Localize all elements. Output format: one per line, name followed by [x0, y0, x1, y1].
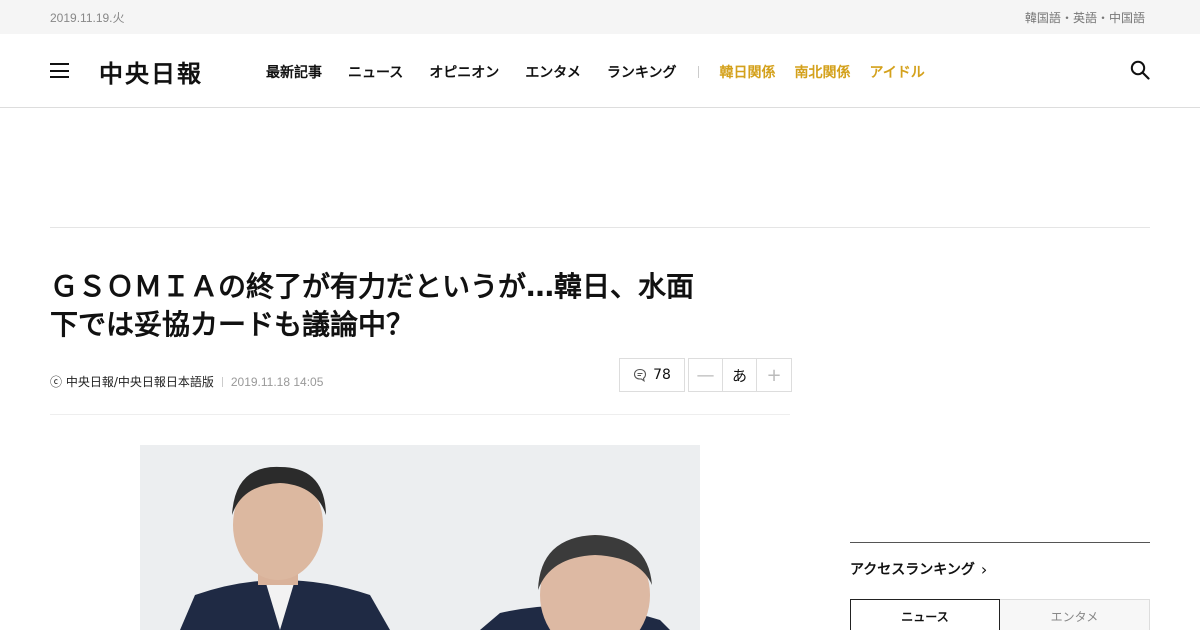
site-header: 中央日報 最新記事 ニュース オピニオン エンタメ ランキング 韓日関係 南北関… — [0, 34, 1200, 108]
top-utility-bar: 2019.11.19.火 韓国語・英語・中国語 — [0, 0, 1200, 34]
nav-item-opinion[interactable]: オピニオン — [429, 62, 499, 82]
article-photo — [140, 445, 700, 630]
ranking-title: アクセスランキング — [850, 562, 975, 578]
current-date: 2019.11.19.火 — [50, 11, 125, 25]
language-links: 韓国語・英語・中国語 — [1025, 9, 1145, 26]
ad-banner-area — [50, 108, 1150, 228]
lang-separator: ・ — [1096, 11, 1109, 25]
meta-divider — [221, 376, 223, 387]
article-source: ⓒ 中央日報/中央日報日本語版 — [50, 375, 214, 389]
article-title: ＧＳＯＭＩＡの終了が有力だというが…韓日、水面 下では妥協カードも議論中？ — [50, 268, 790, 344]
nav-item-news[interactable]: ニュース — [348, 62, 403, 82]
nav-item-latest[interactable]: 最新記事 — [266, 62, 322, 82]
comment-button[interactable]: 78 — [619, 358, 685, 392]
font-decrease-button[interactable]: — — [689, 359, 723, 391]
nav-item-idol[interactable]: アイドル — [870, 62, 925, 82]
article-title-line1: ＧＳＯＭＩＡの終了が有力だというが…韓日、水面 — [50, 270, 695, 303]
lang-link-korean[interactable]: 韓国語 — [1025, 11, 1061, 25]
nav-item-entertainment[interactable]: エンタメ — [525, 62, 581, 82]
font-increase-button[interactable]: + — [757, 359, 791, 391]
article-title-line2: 下では妥協カードも議論中？ — [50, 308, 415, 341]
nav-divider — [697, 66, 699, 78]
nav-item-ranking[interactable]: ランキング — [607, 62, 677, 82]
article-datetime: 2019.11.18 14:05 — [230, 374, 324, 389]
tab-entertainment[interactable]: エンタメ — [1000, 599, 1150, 630]
comment-icon — [634, 368, 647, 382]
search-icon[interactable] — [1130, 60, 1150, 80]
font-size-label: あ — [723, 359, 757, 391]
ranking-top-rule — [850, 542, 1150, 543]
lang-link-chinese[interactable]: 中国語 — [1109, 11, 1145, 25]
lang-separator: ・ — [1060, 11, 1073, 25]
article-meta: ⓒ 中央日報/中央日報日本語版 2019.11.18 14:05 — [50, 373, 323, 390]
nav-item-korea-japan[interactable]: 韓日関係 — [720, 62, 776, 82]
access-ranking-link[interactable]: アクセスランキング › — [850, 559, 987, 579]
site-logo[interactable]: 中央日報 — [99, 54, 203, 89]
ranking-tabs: ニュース エンタメ — [850, 599, 1150, 630]
comment-count: 78 — [653, 367, 671, 383]
tab-news[interactable]: ニュース — [850, 599, 1000, 630]
lang-link-english[interactable]: 英語 — [1073, 11, 1097, 25]
chevron-right-icon: › — [980, 559, 988, 579]
meta-divider-line — [50, 414, 790, 415]
font-size-control: — あ + — [688, 358, 792, 392]
nav-item-north-south[interactable]: 南北関係 — [795, 62, 851, 82]
menu-icon[interactable] — [50, 63, 69, 78]
main-nav: 最新記事 ニュース オピニオン エンタメ ランキング 韓日関係 南北関係 アイド… — [266, 62, 944, 82]
